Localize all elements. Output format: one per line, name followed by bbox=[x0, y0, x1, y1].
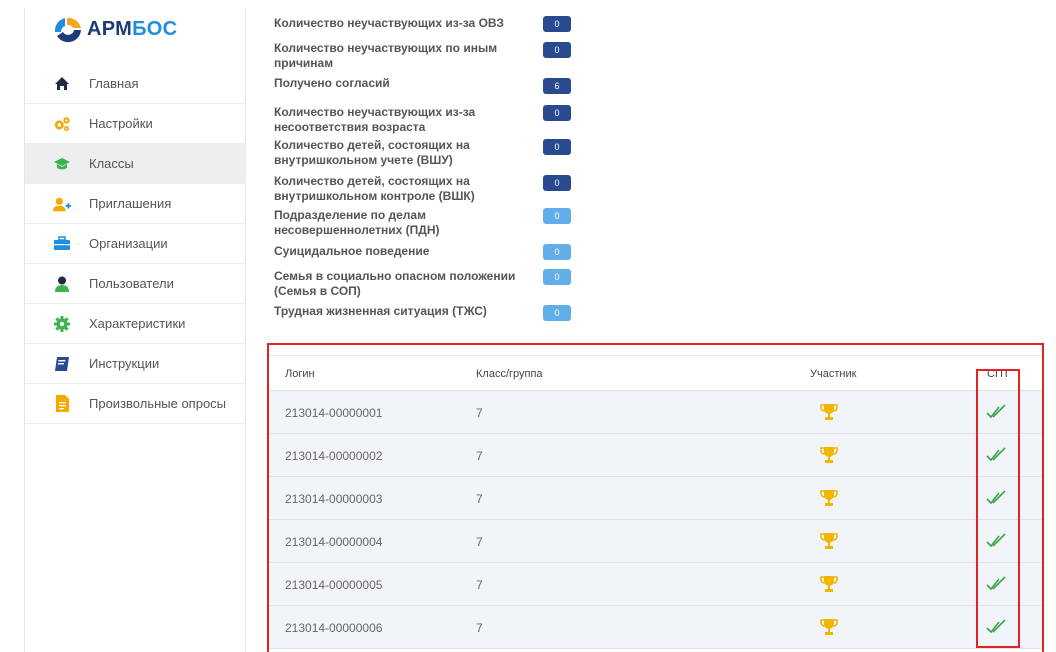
stat-badge: 6 bbox=[543, 78, 571, 94]
table-header: Логин Класс/группа Участник СПТ bbox=[269, 355, 1042, 391]
stat-badge: 0 bbox=[543, 139, 571, 155]
sidebar-item-users[interactable]: Пользователи bbox=[25, 264, 246, 304]
stat-badge: 0 bbox=[543, 244, 571, 260]
main-content: Количество неучаствующих из-за ОВЗ 0 Кол… bbox=[246, 8, 1056, 652]
graduation-cap-icon bbox=[53, 155, 71, 173]
users-table: Логин Класс/группа Участник СПТ 213014-0… bbox=[267, 343, 1044, 652]
logo-text: АРМБОС bbox=[87, 17, 178, 40]
double-check-icon bbox=[986, 619, 1006, 634]
row-class: 7 bbox=[476, 449, 483, 463]
stat-badge: 0 bbox=[543, 16, 571, 32]
sidebar-item-home[interactable]: Главная bbox=[25, 64, 246, 104]
sidebar-item-organizations[interactable]: Организации bbox=[25, 224, 246, 264]
sidebar-item-label: Инструкции bbox=[89, 356, 160, 371]
row-class: 7 bbox=[476, 535, 483, 549]
sidebar-item-label: Настройки bbox=[89, 116, 153, 131]
cog-icon bbox=[53, 315, 71, 333]
row-login: 213014-00000006 bbox=[285, 621, 383, 635]
sidebar-item-instructions[interactable]: Инструкции bbox=[25, 344, 246, 384]
table-row[interactable]: 213014-00000001 7 bbox=[269, 391, 1042, 434]
row-login: 213014-00000001 bbox=[285, 406, 383, 420]
gears-icon bbox=[53, 115, 71, 133]
row-class: 7 bbox=[476, 406, 483, 420]
table-row[interactable]: 213014-00000002 7 bbox=[269, 434, 1042, 477]
sidebar-item-label: Классы bbox=[89, 156, 134, 171]
home-icon bbox=[53, 75, 71, 93]
sidebar-item-label: Главная bbox=[89, 76, 139, 91]
row-class: 7 bbox=[476, 578, 483, 592]
column-header-login[interactable]: Логин bbox=[285, 368, 315, 380]
stat-label: Трудная жизненная ситуация (ТЖС) bbox=[274, 304, 487, 318]
document-icon bbox=[53, 395, 71, 413]
trophy-icon bbox=[820, 533, 838, 549]
stat-label: Подразделение по делам несовершеннолетни… bbox=[274, 208, 440, 237]
sidebar-item-label: Пользователи bbox=[89, 276, 174, 291]
stat-label: Количество неучаствующих по иным причина… bbox=[274, 41, 498, 70]
sidebar-item-label: Произвольные опросы bbox=[89, 396, 227, 411]
book-icon bbox=[53, 355, 71, 373]
sidebar-item-classes[interactable]: Классы bbox=[25, 144, 246, 184]
user-plus-icon bbox=[53, 195, 71, 213]
sidebar-item-characteristics[interactable]: Характеристики bbox=[25, 304, 246, 344]
row-login: 213014-00000005 bbox=[285, 578, 383, 592]
table-row[interactable]: 213014-00000004 7 bbox=[269, 520, 1042, 563]
sidebar: АРМБОС Главная Настройки Классы Приглаше… bbox=[24, 8, 246, 652]
column-header-participant[interactable]: Участник bbox=[810, 368, 856, 380]
double-check-icon bbox=[986, 447, 1006, 462]
app-logo[interactable]: АРМБОС bbox=[51, 14, 177, 44]
double-check-icon bbox=[986, 404, 1006, 419]
sidebar-item-invitations[interactable]: Приглашения bbox=[25, 184, 246, 224]
stat-badge: 0 bbox=[543, 305, 571, 321]
stat-label: Получено согласий bbox=[274, 76, 390, 90]
trophy-icon bbox=[820, 447, 838, 463]
row-login: 213014-00000003 bbox=[285, 492, 383, 506]
table-row[interactable]: 213014-00000003 7 bbox=[269, 477, 1042, 520]
stat-badge: 0 bbox=[543, 105, 571, 121]
column-header-class[interactable]: Класс/группа bbox=[476, 368, 543, 380]
trophy-icon bbox=[820, 490, 838, 506]
double-check-icon bbox=[986, 533, 1006, 548]
double-check-icon bbox=[986, 576, 1006, 591]
table-row[interactable]: 213014-00000006 7 bbox=[269, 606, 1042, 649]
stat-label: Суицидальное поведение bbox=[274, 244, 430, 258]
stat-badge: 0 bbox=[543, 42, 571, 58]
briefcase-icon bbox=[53, 235, 71, 253]
logo-icon bbox=[54, 17, 81, 43]
stat-label: Количество неучаствующих из-за несоответ… bbox=[274, 105, 476, 134]
row-login: 213014-00000002 bbox=[285, 449, 383, 463]
sidebar-item-custom-surveys[interactable]: Произвольные опросы bbox=[25, 384, 246, 424]
sidebar-item-label: Приглашения bbox=[89, 196, 172, 211]
top-strip bbox=[0, 0, 1056, 8]
stat-label: Семья в социально опасном положении (Сем… bbox=[274, 269, 516, 298]
sidebar-item-label: Характеристики bbox=[89, 316, 186, 331]
trophy-icon bbox=[820, 619, 838, 635]
trophy-icon bbox=[820, 404, 838, 420]
column-header-spt[interactable]: СПТ bbox=[987, 368, 1010, 380]
sidebar-nav: Главная Настройки Классы Приглашения Орг… bbox=[25, 64, 246, 424]
table-row[interactable]: 213014-00000005 7 bbox=[269, 563, 1042, 606]
stat-badge: 0 bbox=[543, 175, 571, 191]
row-login: 213014-00000004 bbox=[285, 535, 383, 549]
sidebar-item-settings[interactable]: Настройки bbox=[25, 104, 246, 144]
stat-label: Количество детей, состоящих на внутришко… bbox=[274, 174, 475, 203]
stat-label: Количество неучаствующих из-за ОВЗ bbox=[274, 16, 504, 30]
user-icon bbox=[53, 275, 71, 293]
row-class: 7 bbox=[476, 492, 483, 506]
trophy-icon bbox=[820, 576, 838, 592]
stat-label: Количество детей, состоящих на внутришко… bbox=[274, 138, 470, 167]
sidebar-item-label: Организации bbox=[89, 236, 168, 251]
stat-badge: 0 bbox=[543, 269, 571, 285]
double-check-icon bbox=[986, 490, 1006, 505]
row-class: 7 bbox=[476, 621, 483, 635]
stat-badge: 0 bbox=[543, 208, 571, 224]
